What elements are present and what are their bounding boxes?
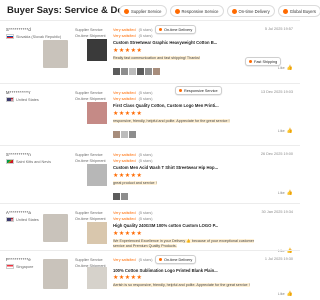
check-icon — [231, 8, 237, 14]
like-button[interactable]: Like 👍 — [278, 291, 293, 297]
product-thumbnail[interactable] — [87, 164, 107, 186]
reviewer-name: P**********e — [6, 257, 32, 262]
product-thumbnail[interactable] — [87, 39, 107, 61]
review-date: 26 Dec 2025 19:00 — [260, 152, 293, 156]
review-photo[interactable] — [121, 68, 128, 75]
fast-shipping-callout: Fast Shipping — [245, 57, 282, 66]
satisfaction-ratings: Very satisfied (5 stars) Very satisfied (5… — [113, 211, 153, 221]
filter-chips: Supplier Service Responsive Service On-t… — [119, 5, 320, 17]
flag-icon — [6, 34, 14, 39]
check-icon — [124, 8, 129, 14]
review-photos — [113, 131, 136, 138]
reviewer-name: M**********r — [6, 90, 31, 95]
reviewer-country: United States — [6, 97, 39, 102]
flag-icon — [6, 217, 14, 222]
reviewer-country: Slovakia (Slovak Republic) — [6, 34, 61, 39]
flag-icon — [6, 264, 14, 269]
reviewer-name: A**********a — [6, 210, 32, 215]
review-card: S**********d Slovakia (Slovak Republic) … — [0, 20, 300, 80]
review-comment: We Experienced Excellence in your Delive… — [113, 239, 255, 248]
review-photo[interactable] — [129, 131, 136, 138]
thumbs-up-icon: 👍 — [286, 291, 293, 297]
satisfaction-ratings: Very satisfied (5 stars) — [113, 258, 153, 262]
filter-responsive-service[interactable]: Responsive Service — [169, 5, 224, 17]
rating-stars: ★★★★★ — [113, 48, 143, 54]
thumbs-up-icon: 👍 — [286, 128, 293, 134]
review-card: S**********n Saint Kitts and Nevis Suppl… — [0, 145, 300, 205]
review-comment: Aerish is so responsive, friendly, helpf… — [113, 283, 250, 287]
user-photo[interactable] — [43, 259, 68, 289]
product-thumbnail[interactable] — [87, 102, 107, 124]
like-button[interactable]: Like 👍 — [278, 190, 293, 196]
rating-stars: ★★★★★ — [113, 111, 143, 117]
check-icon — [282, 8, 288, 14]
thumbs-up-icon: 👍 — [286, 190, 293, 196]
filter-supplier-service[interactable]: Supplier Service — [119, 5, 167, 17]
review-tags: Supplier Service On-time Shipment — [75, 153, 106, 163]
flag-icon — [6, 159, 14, 164]
review-card: M**********r United States Supplier Serv… — [0, 83, 300, 143]
product-title[interactable]: Custom Streetwear Graphic Heavyweight Co… — [113, 40, 217, 45]
rating-stars: ★★★★★ — [113, 173, 143, 179]
review-photo[interactable] — [121, 193, 128, 200]
review-comment: Really fast communication and fast shipp… — [113, 56, 201, 60]
thumbs-up-icon: 👍 — [286, 65, 293, 71]
review-photo[interactable] — [121, 131, 128, 138]
review-photos — [113, 68, 160, 75]
review-card: P**********e Singapore Supplier Service O… — [0, 250, 300, 300]
like-button[interactable]: Like 👍 — [278, 65, 293, 71]
check-icon — [174, 8, 180, 14]
reviewer-country: United States — [6, 217, 39, 222]
user-photo[interactable] — [43, 40, 68, 68]
review-date: 1 Jul 2025 19:30 — [264, 257, 293, 261]
filter-on-time-delivery[interactable]: On-time Delivery — [226, 5, 275, 17]
satisfaction-ratings: Very satisfied (5 stars) Very satisfied (5… — [113, 28, 153, 38]
review-photo[interactable] — [113, 193, 120, 200]
product-title[interactable]: First Class Quality Cotton, Custom Logo … — [113, 103, 219, 108]
flag-icon — [6, 97, 14, 102]
review-tags: Supplier Service On-time Shipment — [75, 28, 106, 38]
rating-stars: ★★★★★ — [113, 275, 143, 281]
product-title[interactable]: 100% Cotton Sublimation Logo Printed Bla… — [113, 268, 218, 273]
review-tags: Supplier Service On-time Shipment — [75, 211, 106, 221]
on-time-delivery-callout: On-time Delivery — [155, 25, 197, 34]
review-photos — [113, 193, 128, 200]
satisfaction-ratings: Very satisfied (5 stars) Very satisfied (5… — [113, 153, 153, 163]
like-button[interactable]: Like 👍 — [278, 128, 293, 134]
responsive-service-callout: Responsive Service — [175, 86, 222, 95]
review-comment: responsive, friendly, helpful and polite… — [113, 119, 230, 123]
review-photo[interactable] — [153, 68, 160, 75]
review-date: 5 Jul 2025 19:57 — [264, 27, 293, 31]
user-photo[interactable] — [43, 214, 68, 242]
filter-global-buyers[interactable]: Global Buyers — [277, 5, 320, 17]
reviewer-country: Singapore — [6, 264, 33, 269]
review-comment: great product and service ! — [113, 181, 157, 185]
rating-stars: ★★★★★ — [113, 231, 143, 237]
satisfaction-ratings: Very satisfied (5 stars) Very satisfied (5… — [113, 91, 153, 101]
review-photo[interactable] — [137, 68, 144, 75]
product-title[interactable]: Custom Men Acid Wash T Shirt Streetwear … — [113, 165, 218, 170]
review-photo[interactable] — [129, 68, 136, 75]
reviewer-country: Saint Kitts and Nevis — [6, 159, 51, 164]
product-thumbnail[interactable] — [87, 267, 107, 289]
review-photo[interactable] — [113, 131, 120, 138]
review-photo[interactable] — [113, 68, 120, 75]
on-time-delivery-callout: On-time Delivery — [155, 255, 197, 264]
reviewer-name: S**********d — [6, 27, 32, 32]
review-date: 30 Jan 2025 19:34 — [261, 210, 293, 214]
review-date: 13 Dec 2025 19:03 — [260, 90, 293, 94]
reviewer-name: S**********n — [6, 152, 32, 157]
review-tags: Supplier Service On-time Shipment — [75, 91, 106, 101]
review-photo[interactable] — [145, 68, 152, 75]
product-title[interactable]: High Quality 240GSM 100% cotton Custom L… — [113, 223, 218, 228]
product-thumbnail[interactable] — [87, 222, 107, 244]
